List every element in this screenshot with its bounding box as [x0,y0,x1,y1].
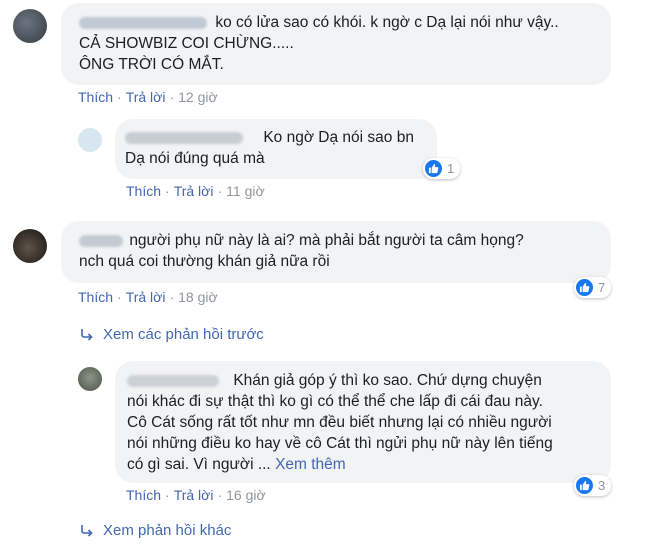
avatar[interactable] [13,229,47,263]
comment-bubble: Khán giả góp ý thì ko sao. Chứ dựng chuy… [115,361,611,483]
comment-actions: Thích · Trả lời · 18 giờ [78,289,218,305]
comment-text: ko có lửa sao có khói. k ngờ c Dạ lại nó… [215,14,559,31]
author-name[interactable] [79,234,123,247]
comment-bubble: Ko ngờ Dạ nói sao bn Dạ nói đúng quá mà [115,119,437,179]
reaction-number: 3 [598,478,606,493]
like-link[interactable]: Thích [78,89,113,105]
avatar[interactable] [13,9,47,43]
comment-actions: Thích · Trả lời · 12 giờ [78,89,218,105]
comment-text: ÔNG TRỜI CÓ MẮT. [79,56,224,73]
avatar[interactable] [78,367,102,391]
comment-text: nói khác đi sự thật thì ko gì có thể thể… [127,393,543,410]
comment-bubble: người phụ nữ này là ai? mà phải bắt ngườ… [61,221,611,283]
author-name[interactable] [127,374,219,387]
view-other-replies-label: Xem phản hồi khác [103,522,232,539]
comment-text: nói những điều ko hay về cô Cát thì ngửi… [127,435,553,452]
comment-actions: Thích · Trả lời · 16 giờ [126,487,266,503]
timestamp[interactable]: 11 giờ [226,183,265,199]
comment-bubble: ko có lửa sao có khói. k ngờ c Dạ lại nó… [61,3,611,85]
author-name[interactable] [79,16,207,29]
reaction-number: 1 [447,161,455,176]
reaction-number: 7 [598,280,606,295]
comment-text: Dạ nói đúng quá mà [125,150,265,167]
reply-arrow-icon [81,524,93,537]
reaction-count[interactable]: 3 [574,475,612,496]
view-previous-replies-label: Xem các phản hồi trước [103,326,264,343]
comment-text: Ko ngờ Dạ nói sao bn [263,129,414,146]
see-more-link[interactable]: Xem thêm [275,456,346,473]
reaction-count[interactable]: 7 [574,277,612,298]
comment-text: CẢ SHOWBIZ COI CHỪNG..... [79,35,294,52]
comment-text: nch quá coi thường khán giả nữa rồi [79,253,330,270]
like-link[interactable]: Thích [126,487,161,503]
timestamp[interactable]: 16 giờ [226,487,266,503]
comment-text: người phụ nữ này là ai? mà phải bắt ngườ… [129,232,524,249]
like-icon [425,160,442,177]
reply-link[interactable]: Trả lời [126,289,166,305]
comment-text: có gì sai. Vì người ... [127,456,271,473]
reply-link[interactable]: Trả lời [174,487,214,503]
like-link[interactable]: Thích [78,289,113,305]
reply-link[interactable]: Trả lời [126,89,166,105]
like-link[interactable]: Thích [126,183,161,199]
comment-actions: Thích · Trả lời · 11 giờ [126,183,265,199]
avatar[interactable] [78,128,102,152]
timestamp[interactable]: 18 giờ [178,289,218,305]
like-icon [576,279,593,296]
comment-text: Cô Cát sống rất tốt như mn đều biết nhưn… [127,414,552,431]
timestamp[interactable]: 12 giờ [178,89,218,105]
reaction-count[interactable]: 1 [423,158,461,179]
view-other-replies-link[interactable]: Xem phản hồi khác [79,522,231,539]
author-name[interactable] [125,131,243,144]
like-icon [576,477,593,494]
reply-link[interactable]: Trả lời [174,183,214,199]
reply-arrow-icon [81,328,93,341]
comment-text: Khán giả góp ý thì ko sao. Chứ dựng chuy… [233,372,542,389]
view-previous-replies-link[interactable]: Xem các phản hồi trước [79,326,264,343]
